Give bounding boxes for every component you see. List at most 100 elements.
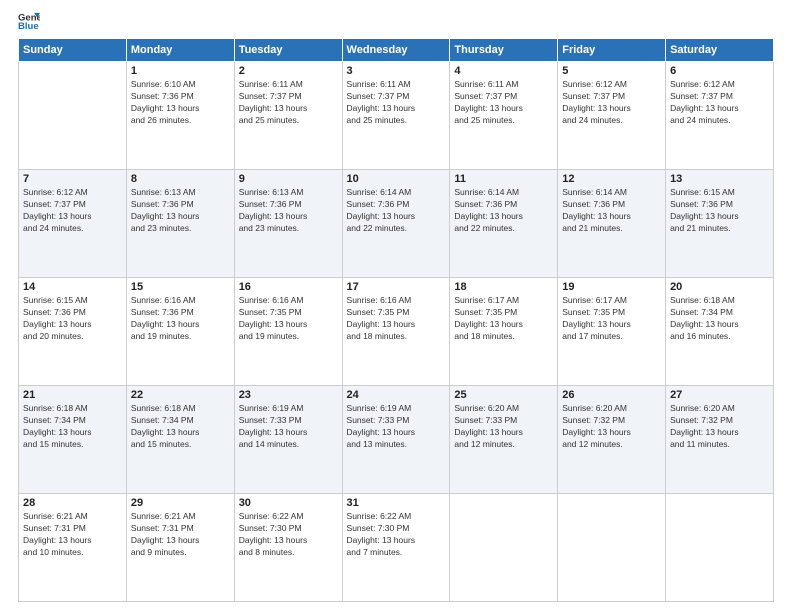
day-info: Sunrise: 6:12 AMSunset: 7:37 PMDaylight:… <box>23 187 122 235</box>
day-number: 18 <box>454 281 553 293</box>
day-number: 19 <box>562 281 661 293</box>
calendar-cell: 18 Sunrise: 6:17 AMSunset: 7:35 PMDayligh… <box>450 278 558 386</box>
calendar-cell: 7 Sunrise: 6:12 AMSunset: 7:37 PMDaylight… <box>19 170 127 278</box>
calendar-cell: 26 Sunrise: 6:20 AMSunset: 7:32 PMDayligh… <box>558 386 666 494</box>
day-info: Sunrise: 6:15 AMSunset: 7:36 PMDaylight:… <box>670 187 769 235</box>
day-number: 26 <box>562 389 661 401</box>
calendar-cell: 1 Sunrise: 6:10 AMSunset: 7:36 PMDaylight… <box>126 62 234 170</box>
calendar-cell: 9 Sunrise: 6:13 AMSunset: 7:36 PMDaylight… <box>234 170 342 278</box>
day-number: 13 <box>670 173 769 185</box>
day-number: 30 <box>239 497 338 509</box>
day-info: Sunrise: 6:19 AMSunset: 7:33 PMDaylight:… <box>347 403 446 451</box>
day-number: 20 <box>670 281 769 293</box>
header-day: Wednesday <box>342 39 450 62</box>
day-number: 4 <box>454 65 553 77</box>
day-info: Sunrise: 6:14 AMSunset: 7:36 PMDaylight:… <box>562 187 661 235</box>
calendar-week: 1 Sunrise: 6:10 AMSunset: 7:36 PMDaylight… <box>19 62 774 170</box>
day-number: 21 <box>23 389 122 401</box>
day-number: 29 <box>131 497 230 509</box>
day-number: 5 <box>562 65 661 77</box>
calendar-week: 21 Sunrise: 6:18 AMSunset: 7:34 PMDayligh… <box>19 386 774 494</box>
day-info: Sunrise: 6:16 AMSunset: 7:35 PMDaylight:… <box>239 295 338 343</box>
calendar-cell <box>666 494 774 602</box>
day-info: Sunrise: 6:18 AMSunset: 7:34 PMDaylight:… <box>23 403 122 451</box>
day-info: Sunrise: 6:17 AMSunset: 7:35 PMDaylight:… <box>454 295 553 343</box>
day-info: Sunrise: 6:12 AMSunset: 7:37 PMDaylight:… <box>562 79 661 127</box>
header-day: Sunday <box>19 39 127 62</box>
calendar-cell: 6Sunrise: 6:12 AMSunset: 7:37 PMDaylight… <box>666 62 774 170</box>
day-info: Sunrise: 6:13 AMSunset: 7:36 PMDaylight:… <box>239 187 338 235</box>
day-number: 28 <box>23 497 122 509</box>
day-info: Sunrise: 6:22 AMSunset: 7:30 PMDaylight:… <box>347 511 446 559</box>
day-info: Sunrise: 6:21 AMSunset: 7:31 PMDaylight:… <box>131 511 230 559</box>
day-number: 31 <box>347 497 446 509</box>
day-number: 2 <box>239 65 338 77</box>
calendar-cell: 24 Sunrise: 6:19 AMSunset: 7:33 PMDayligh… <box>342 386 450 494</box>
calendar-week: 14Sunrise: 6:15 AMSunset: 7:36 PMDayligh… <box>19 278 774 386</box>
calendar-cell: 10Sunrise: 6:14 AMSunset: 7:36 PMDayligh… <box>342 170 450 278</box>
day-info: Sunrise: 6:19 AMSunset: 7:33 PMDaylight:… <box>239 403 338 451</box>
calendar-cell: 14Sunrise: 6:15 AMSunset: 7:36 PMDayligh… <box>19 278 127 386</box>
day-number: 15 <box>131 281 230 293</box>
calendar-cell: 31 Sunrise: 6:22 AMSunset: 7:30 PMDayligh… <box>342 494 450 602</box>
day-info: Sunrise: 6:15 AMSunset: 7:36 PMDaylight:… <box>23 295 122 343</box>
day-number: 17 <box>347 281 446 293</box>
day-info: Sunrise: 6:11 AMSunset: 7:37 PMDaylight:… <box>347 79 446 127</box>
day-number: 8 <box>131 173 230 185</box>
day-info: Sunrise: 6:18 AMSunset: 7:34 PMDaylight:… <box>131 403 230 451</box>
day-info: Sunrise: 6:20 AMSunset: 7:32 PMDaylight:… <box>670 403 769 451</box>
day-number: 24 <box>347 389 446 401</box>
day-number: 27 <box>670 389 769 401</box>
header-day: Saturday <box>666 39 774 62</box>
day-number: 22 <box>131 389 230 401</box>
calendar-cell: 28 Sunrise: 6:21 AMSunset: 7:31 PMDayligh… <box>19 494 127 602</box>
day-info: Sunrise: 6:11 AMSunset: 7:37 PMDaylight:… <box>239 79 338 127</box>
calendar-cell: 20 Sunrise: 6:18 AMSunset: 7:34 PMDayligh… <box>666 278 774 386</box>
day-number: 9 <box>239 173 338 185</box>
header-day: Friday <box>558 39 666 62</box>
day-info: Sunrise: 6:10 AMSunset: 7:36 PMDaylight:… <box>131 79 230 127</box>
calendar-cell: 2 Sunrise: 6:11 AMSunset: 7:37 PMDaylight… <box>234 62 342 170</box>
day-number: 7 <box>23 173 122 185</box>
calendar-cell: 11 Sunrise: 6:14 AMSunset: 7:36 PMDayligh… <box>450 170 558 278</box>
logo: General Blue <box>18 10 42 32</box>
day-number: 10 <box>347 173 446 185</box>
day-info: Sunrise: 6:20 AMSunset: 7:32 PMDaylight:… <box>562 403 661 451</box>
calendar-cell: 5 Sunrise: 6:12 AMSunset: 7:37 PMDaylight… <box>558 62 666 170</box>
calendar-cell: 17 Sunrise: 6:16 AMSunset: 7:35 PMDayligh… <box>342 278 450 386</box>
calendar-week: 7 Sunrise: 6:12 AMSunset: 7:37 PMDaylight… <box>19 170 774 278</box>
calendar-cell: 25 Sunrise: 6:20 AMSunset: 7:33 PMDayligh… <box>450 386 558 494</box>
day-info: Sunrise: 6:16 AMSunset: 7:36 PMDaylight:… <box>131 295 230 343</box>
header: General Blue <box>18 10 774 32</box>
calendar-week: 28 Sunrise: 6:21 AMSunset: 7:31 PMDayligh… <box>19 494 774 602</box>
day-info: Sunrise: 6:16 AMSunset: 7:35 PMDaylight:… <box>347 295 446 343</box>
calendar-cell: 8Sunrise: 6:13 AMSunset: 7:36 PMDaylight… <box>126 170 234 278</box>
calendar-cell: 21 Sunrise: 6:18 AMSunset: 7:34 PMDayligh… <box>19 386 127 494</box>
calendar-cell <box>558 494 666 602</box>
day-info: Sunrise: 6:20 AMSunset: 7:33 PMDaylight:… <box>454 403 553 451</box>
calendar-cell: 12 Sunrise: 6:14 AMSunset: 7:36 PMDayligh… <box>558 170 666 278</box>
calendar-table: SundayMondayTuesdayWednesdayThursdayFrid… <box>18 38 774 602</box>
calendar-cell: 27 Sunrise: 6:20 AMSunset: 7:32 PMDayligh… <box>666 386 774 494</box>
day-number: 1 <box>131 65 230 77</box>
day-number: 12 <box>562 173 661 185</box>
day-info: Sunrise: 6:18 AMSunset: 7:34 PMDaylight:… <box>670 295 769 343</box>
header-day: Thursday <box>450 39 558 62</box>
calendar-cell: 3 Sunrise: 6:11 AMSunset: 7:37 PMDaylight… <box>342 62 450 170</box>
logo-icon: General Blue <box>18 10 40 32</box>
calendar-cell: 22 Sunrise: 6:18 AMSunset: 7:34 PMDayligh… <box>126 386 234 494</box>
day-number: 11 <box>454 173 553 185</box>
calendar-cell: 30Sunrise: 6:22 AMSunset: 7:30 PMDayligh… <box>234 494 342 602</box>
day-info: Sunrise: 6:14 AMSunset: 7:36 PMDaylight:… <box>454 187 553 235</box>
day-info: Sunrise: 6:17 AMSunset: 7:35 PMDaylight:… <box>562 295 661 343</box>
day-number: 16 <box>239 281 338 293</box>
day-number: 3 <box>347 65 446 77</box>
calendar-cell: 23Sunrise: 6:19 AMSunset: 7:33 PMDayligh… <box>234 386 342 494</box>
day-number: 25 <box>454 389 553 401</box>
calendar-cell: 19 Sunrise: 6:17 AMSunset: 7:35 PMDayligh… <box>558 278 666 386</box>
day-info: Sunrise: 6:21 AMSunset: 7:31 PMDaylight:… <box>23 511 122 559</box>
calendar-cell: 13 Sunrise: 6:15 AMSunset: 7:36 PMDayligh… <box>666 170 774 278</box>
calendar-cell: 15 Sunrise: 6:16 AMSunset: 7:36 PMDayligh… <box>126 278 234 386</box>
calendar-cell <box>450 494 558 602</box>
page: General Blue SundayMondayTuesdayWednesda… <box>0 0 792 612</box>
